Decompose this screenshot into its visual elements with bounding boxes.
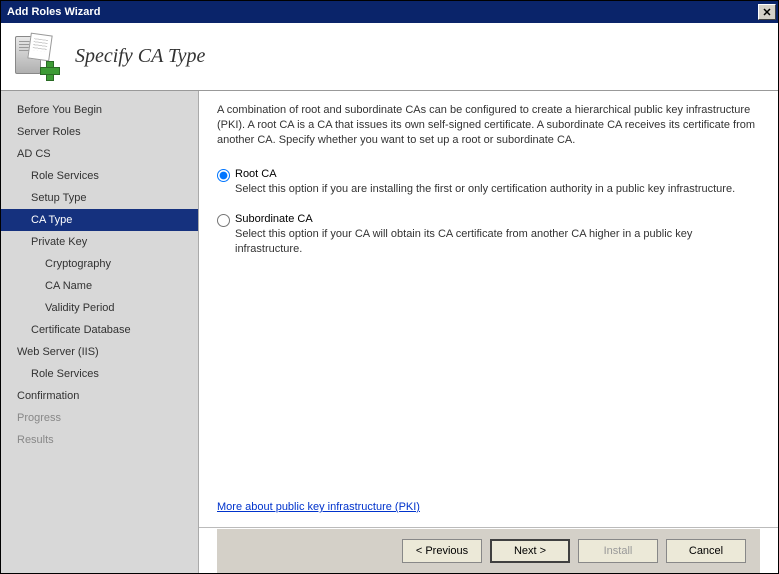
sidebar-item-ca-name[interactable]: CA Name [1,275,198,297]
content-description: A combination of root and subordinate CA… [217,103,760,148]
plus-icon [39,60,59,80]
sidebar-item-ad-cs[interactable]: AD CS [1,143,198,165]
wizard-content: A combination of root and subordinate CA… [199,91,778,573]
sidebar-item-web-server-iis-[interactable]: Web Server (IIS) [1,341,198,363]
sidebar-item-ca-type[interactable]: CA Type [1,209,198,231]
sidebar-item-progress: Progress [1,407,198,429]
sidebar-item-confirmation[interactable]: Confirmation [1,385,198,407]
option-title: Subordinate CA [235,213,760,225]
sidebar-item-role-services[interactable]: Role Services [1,165,198,187]
sidebar-item-cryptography[interactable]: Cryptography [1,253,198,275]
wizard-body: Before You BeginServer RolesAD CSRole Se… [1,91,778,573]
wizard-header-icon [15,36,57,78]
radio-root-ca[interactable] [217,169,230,182]
cancel-button[interactable]: Cancel [666,539,746,563]
option-desc: Select this option if you are installing… [235,182,760,197]
page-title: Specify CA Type [75,45,205,68]
next-button[interactable]: Next > [490,539,570,563]
sidebar-item-server-roles[interactable]: Server Roles [1,121,198,143]
wizard-header: Specify CA Type [1,23,778,91]
sidebar-item-results: Results [1,429,198,451]
option-subordinate-ca[interactable]: Subordinate CA Select this option if you… [217,213,760,257]
wizard-sidebar: Before You BeginServer RolesAD CSRole Se… [1,91,199,573]
option-title: Root CA [235,168,760,180]
sidebar-item-setup-type[interactable]: Setup Type [1,187,198,209]
sidebar-item-before-you-begin[interactable]: Before You Begin [1,99,198,121]
window-title: Add Roles Wizard [7,6,758,18]
title-bar: Add Roles Wizard ✕ [1,1,778,23]
close-button[interactable]: ✕ [758,4,776,20]
document-icon [27,32,52,61]
option-desc: Select this option if your CA will obtai… [235,227,760,257]
sidebar-item-validity-period[interactable]: Validity Period [1,297,198,319]
previous-button[interactable]: < Previous [402,539,482,563]
radio-subordinate-ca[interactable] [217,214,230,227]
more-info-link[interactable]: More about public key infrastructure (PK… [217,501,760,513]
sidebar-item-certificate-database[interactable]: Certificate Database [1,319,198,341]
sidebar-item-private-key[interactable]: Private Key [1,231,198,253]
sidebar-item-role-services[interactable]: Role Services [1,363,198,385]
option-root-ca[interactable]: Root CA Select this option if you are in… [217,168,760,197]
wizard-footer: < Previous Next > Install Cancel [217,528,760,573]
install-button: Install [578,539,658,563]
wizard-window: Add Roles Wizard ✕ Specify CA Type Befor… [0,0,779,574]
close-icon: ✕ [762,6,771,19]
